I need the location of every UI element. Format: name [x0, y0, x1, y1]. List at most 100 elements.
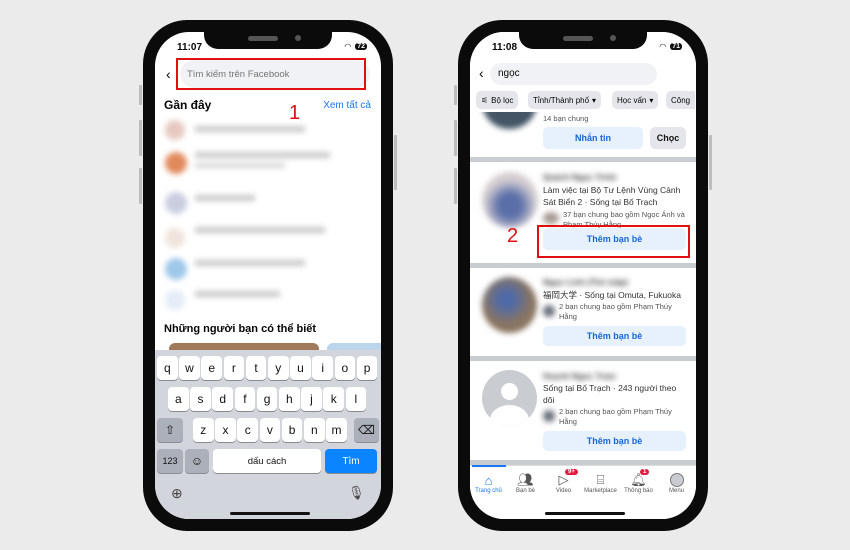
highlight-box-1 — [176, 58, 366, 90]
key-q[interactable]: q — [157, 356, 178, 380]
status-time: 11:08 — [492, 42, 518, 53]
bell-icon: 🔔︎ 1 — [620, 469, 657, 488]
mutual-avatar — [543, 410, 555, 422]
notch — [204, 32, 332, 49]
filter-chip-city[interactable]: Tỉnh/Thành phố ▾ — [528, 91, 602, 109]
phone-right: 11:08 ◠ 71 14 bạn chung Nhắn tin Chọc Quá… — [458, 20, 708, 531]
key-j[interactable]: j — [301, 387, 322, 411]
battery-icon: 71 — [670, 43, 682, 50]
divider — [470, 356, 696, 361]
mutual-avatar — [543, 305, 555, 317]
default-avatar-icon[interactable] — [482, 370, 537, 426]
message-button[interactable]: Nhắn tin — [543, 127, 643, 149]
home-indicator — [545, 512, 625, 515]
add-friend-button[interactable]: Thêm bạn bè — [543, 326, 686, 346]
recent-title: Gần đây — [164, 98, 212, 112]
active-tab-indicator — [472, 465, 506, 467]
key-k[interactable]: k — [323, 387, 344, 411]
key-b[interactable]: b — [281, 418, 303, 442]
volume-up — [139, 120, 142, 156]
power-button — [394, 135, 397, 190]
filter-icon: ⚟ — [481, 95, 489, 105]
mutual-friends: 2 bạn chung bao gồm Phạm Thúy Hằng — [559, 407, 672, 426]
microphone-icon[interactable]: 🎙︎ — [348, 485, 365, 501]
volume-down — [139, 168, 142, 204]
results-screen: 11:08 ◠ 71 14 bạn chung Nhắn tin Chọc Quá… — [470, 32, 696, 519]
poke-button[interactable]: Chọc — [650, 127, 686, 149]
notch — [519, 32, 647, 49]
key-p[interactable]: p — [356, 356, 378, 380]
result-info: Làm việc tại Bộ Tư Lệnh Vùng Cảnh Sát Bi… — [543, 185, 681, 207]
key-y[interactable]: y — [268, 356, 289, 380]
key-m[interactable]: m — [326, 418, 347, 442]
key-x[interactable]: x — [215, 418, 236, 442]
avatar[interactable] — [482, 172, 538, 228]
back-button[interactable]: ‹ — [479, 65, 484, 81]
key-r[interactable]: r — [223, 356, 245, 380]
suggestions-title: Những người bạn có thể biết — [164, 323, 317, 335]
battery-icon: 72 — [355, 43, 367, 50]
space-key[interactable]: dấu cách — [213, 449, 321, 473]
backspace-key[interactable]: ⌫ — [354, 418, 379, 442]
filter-chip-education[interactable]: Học vấn ▾ — [612, 91, 659, 109]
key-s[interactable]: s — [190, 387, 211, 411]
home-icon: ⌂ — [484, 472, 493, 488]
nav-friends[interactable]: 👥︎ Bạn bè — [507, 472, 544, 494]
marketplace-icon: ⌸ — [596, 472, 605, 487]
nav-notifications[interactable]: 🔔︎ 1 Thông báo — [620, 469, 657, 494]
shift-key[interactable]: ⇧ — [157, 418, 183, 442]
filter-chip-label: Tỉnh/Thành phố — [533, 95, 590, 105]
see-all-link[interactable]: Xem tất cả — [323, 100, 371, 111]
nav-home[interactable]: ⌂ Trang chủ — [470, 472, 507, 495]
result-name[interactable]: Huynh Ngoc Tram — [543, 370, 616, 382]
key-c[interactable]: c — [237, 418, 258, 442]
search-screen: 11:07 ◠72 ‹ Gần đây Xem tất cả 1 Những n… — [155, 32, 381, 519]
menu-avatar-icon — [658, 472, 695, 488]
result-info: Sống tại Bố Trạch · 243 người theo dõi — [543, 383, 677, 405]
key-a[interactable]: a — [168, 387, 189, 411]
search-key[interactable]: Tìm — [325, 449, 377, 473]
add-friend-button[interactable]: Thêm bạn bè — [543, 431, 686, 451]
highlight-box-2 — [537, 225, 690, 258]
filter-chip-label: Công — [671, 95, 691, 105]
result-info: 福岡大学 · Sống tại Omuta, Fukuoka — [543, 290, 681, 300]
key-e[interactable]: e — [201, 356, 222, 380]
filter-chip-work[interactable]: Công — [666, 91, 696, 109]
step-number-2: 2 — [507, 225, 519, 247]
caret-down-icon: ▾ — [649, 95, 654, 105]
numbers-key[interactable]: 123 — [157, 449, 183, 473]
result-name[interactable]: Quách Ngọc Trinh — [543, 171, 616, 183]
search-input[interactable]: ngọc — [490, 63, 657, 85]
key-v[interactable]: v — [259, 418, 281, 442]
key-z[interactable]: z — [193, 418, 214, 442]
key-w[interactable]: w — [179, 356, 200, 380]
avatar[interactable] — [482, 277, 537, 333]
key-t[interactable]: t — [245, 356, 267, 380]
home-indicator — [230, 512, 310, 515]
key-l[interactable]: l — [345, 387, 367, 411]
nav-menu[interactable]: Menu — [658, 472, 695, 494]
nav-marketplace[interactable]: ⌸ Marketplace — [582, 472, 619, 494]
volume-down — [454, 168, 457, 204]
filter-chip[interactable]: ⚟ Bộ lọc — [476, 91, 519, 109]
key-n[interactable]: n — [304, 418, 325, 442]
back-button[interactable]: ‹ — [166, 66, 171, 82]
key-f[interactable]: f — [234, 387, 256, 411]
volume-up — [454, 120, 457, 156]
status-icons: ◠ 71 — [659, 42, 682, 51]
key-i[interactable]: i — [312, 356, 333, 380]
key-o[interactable]: o — [334, 356, 356, 380]
key-h[interactable]: h — [279, 387, 300, 411]
key-g[interactable]: g — [256, 387, 278, 411]
mutual-friends: 2 bạn chung bao gồm Phạm Thúy Hằng — [559, 302, 672, 321]
key-u[interactable]: u — [290, 356, 311, 380]
video-badge: 9+ — [565, 469, 578, 475]
globe-icon[interactable]: ⊕ — [171, 485, 183, 502]
result-name[interactable]: Ngọc Linh (Thỏ mập) — [543, 276, 628, 288]
mutual-friends: 14 bạn chung — [543, 114, 589, 123]
notification-badge: 1 — [640, 469, 650, 475]
key-d[interactable]: d — [212, 387, 233, 411]
emoji-key[interactable]: ☺ — [185, 449, 209, 473]
mutual-avatar — [543, 212, 559, 224]
nav-video[interactable]: ▷ 9+ Video — [545, 469, 582, 494]
